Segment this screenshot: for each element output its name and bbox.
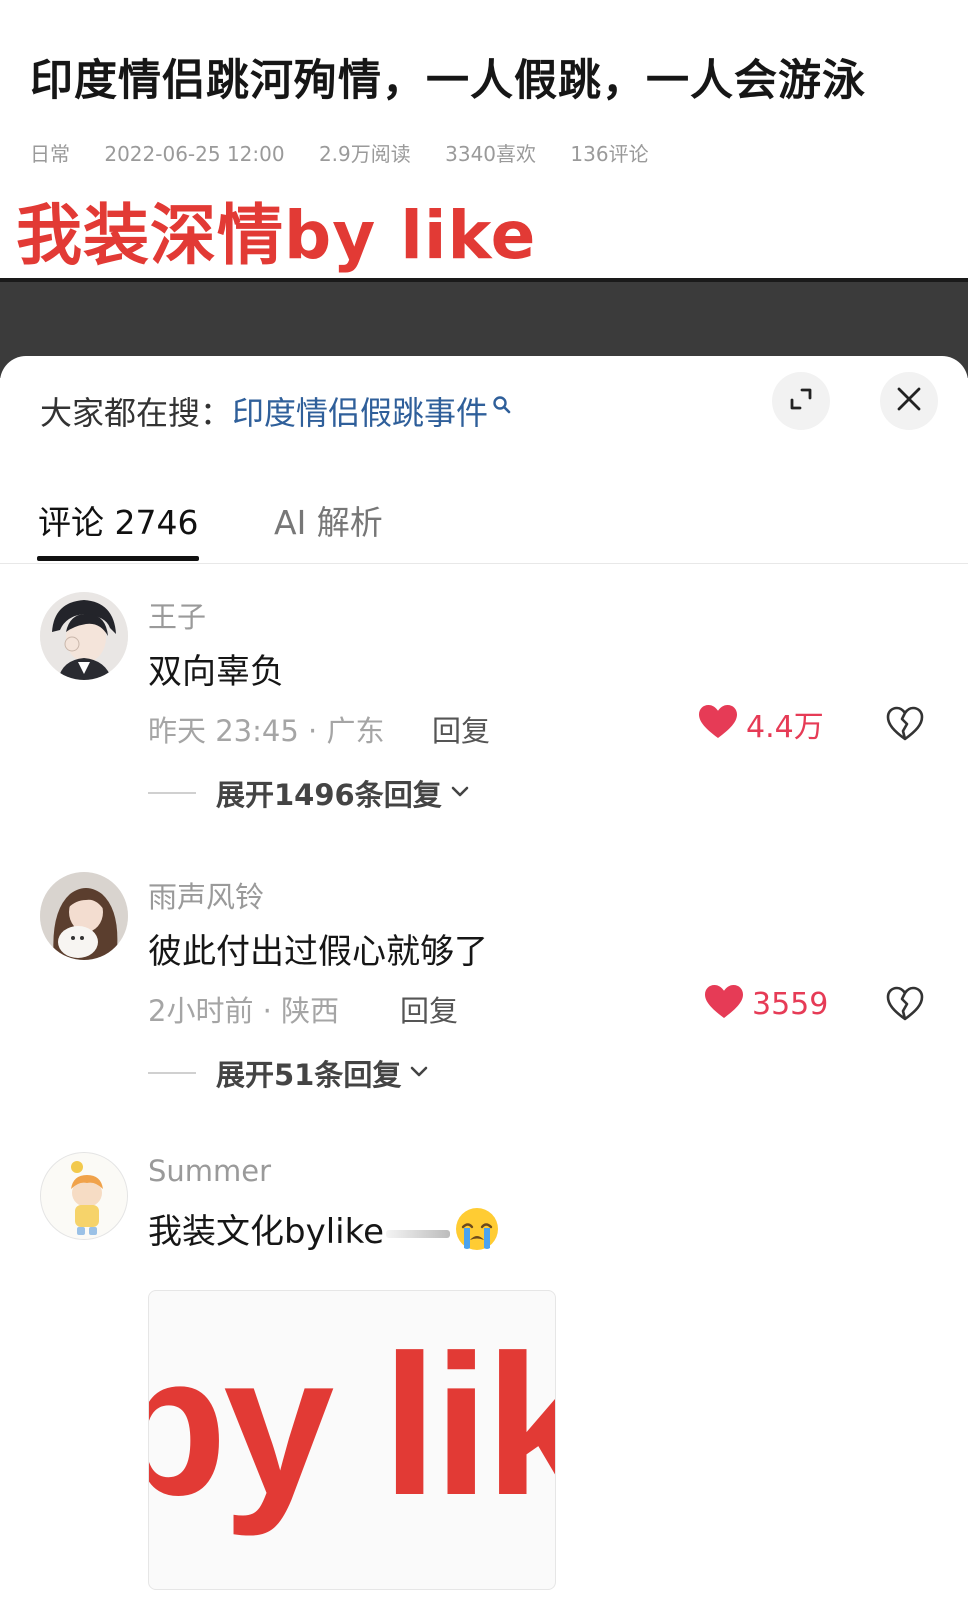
- expand-replies-label: 展开1496条回复: [216, 778, 442, 812]
- search-term-link[interactable]: 印度情侣假跳事件: [232, 394, 488, 432]
- chevron-down-icon: [450, 784, 470, 803]
- like-button[interactable]: 4.4万: [698, 702, 824, 746]
- overlay-caption: 我装深情by like: [16, 197, 537, 274]
- dislike-button[interactable]: [886, 986, 924, 1022]
- article-category[interactable]: 日常: [30, 142, 70, 166]
- active-tab-indicator: [37, 556, 199, 561]
- comment-image-text: by lik: [149, 1314, 555, 1537]
- expand-icon: [786, 384, 816, 418]
- avatar[interactable]: [40, 592, 128, 680]
- dislike-button[interactable]: [886, 706, 924, 742]
- tab-comments[interactable]: 评论 2746: [38, 496, 198, 544]
- heart-icon: [698, 704, 746, 744]
- highlight-streak: [386, 1229, 450, 1238]
- expand-replies[interactable]: 展开51条回复: [148, 1052, 429, 1094]
- comment-image[interactable]: by lik: [148, 1290, 556, 1590]
- expand-replies[interactable]: 展开1496条回复: [148, 772, 470, 814]
- crying-face-emoji: [454, 1206, 500, 1261]
- comment-text: 双向辜负: [148, 652, 284, 692]
- search-prefix: 大家都在搜：: [40, 394, 233, 432]
- expand-replies-label: 展开51条回复: [216, 1058, 402, 1092]
- close-button[interactable]: [880, 372, 938, 430]
- close-icon: [895, 385, 923, 417]
- avatar[interactable]: [40, 1152, 128, 1240]
- comment-username[interactable]: 雨声风铃: [148, 874, 264, 916]
- reply-button[interactable]: 回复: [432, 708, 490, 750]
- search-icon: [492, 388, 512, 426]
- divider-line: [148, 792, 196, 794]
- comment-sheet: 大家都在搜：印度情侣假跳事件 评论 2746 AI 解析 王子 双向辜负 昨天 …: [0, 356, 968, 1600]
- tab-ai-analysis[interactable]: AI 解析: [274, 496, 383, 544]
- article-comments: 136评论: [570, 142, 649, 166]
- article-header: 印度情侣跳河殉情，一人假跳，一人会游泳 日常 2022-06-25 12:00 …: [0, 0, 968, 278]
- article-datetime: 2022-06-25 12:00: [104, 142, 285, 166]
- article-reads: 2.9万阅读: [318, 142, 411, 166]
- comment-text: 我装文化bylike: [148, 1212, 384, 1252]
- comment-text: 彼此付出过假心就够了: [148, 932, 488, 972]
- like-count: 4.4万: [746, 710, 824, 745]
- broken-heart-icon: [886, 706, 924, 746]
- comment-username[interactable]: Summer: [148, 1154, 271, 1188]
- expand-button[interactable]: [772, 372, 830, 430]
- comment-username[interactable]: 王子: [148, 594, 206, 636]
- search-suggestion[interactable]: 大家都在搜：印度情侣假跳事件: [40, 388, 512, 434]
- chevron-down-icon: [409, 1064, 429, 1083]
- broken-heart-icon: [886, 986, 924, 1026]
- comment-meta: 昨天 23:45 · 广东: [148, 714, 385, 748]
- divider-line: [148, 1072, 196, 1074]
- like-count: 3559: [752, 986, 829, 1022]
- article-title: 印度情侣跳河殉情，一人假跳，一人会游泳: [30, 56, 866, 106]
- tab-bar: 评论 2746 AI 解析: [0, 486, 968, 564]
- comment-meta: 2小时前 · 陕西: [148, 994, 340, 1028]
- avatar[interactable]: [40, 872, 128, 960]
- heart-icon: [704, 984, 752, 1024]
- comment-text-row: 我装文化bylike: [148, 1204, 500, 1261]
- article-meta: 日常 2022-06-25 12:00 2.9万阅读 3340喜欢 136评论: [30, 138, 677, 167]
- like-button[interactable]: 3559: [704, 982, 828, 1026]
- article-likes: 3340喜欢: [445, 142, 537, 166]
- reply-button[interactable]: 回复: [400, 988, 458, 1030]
